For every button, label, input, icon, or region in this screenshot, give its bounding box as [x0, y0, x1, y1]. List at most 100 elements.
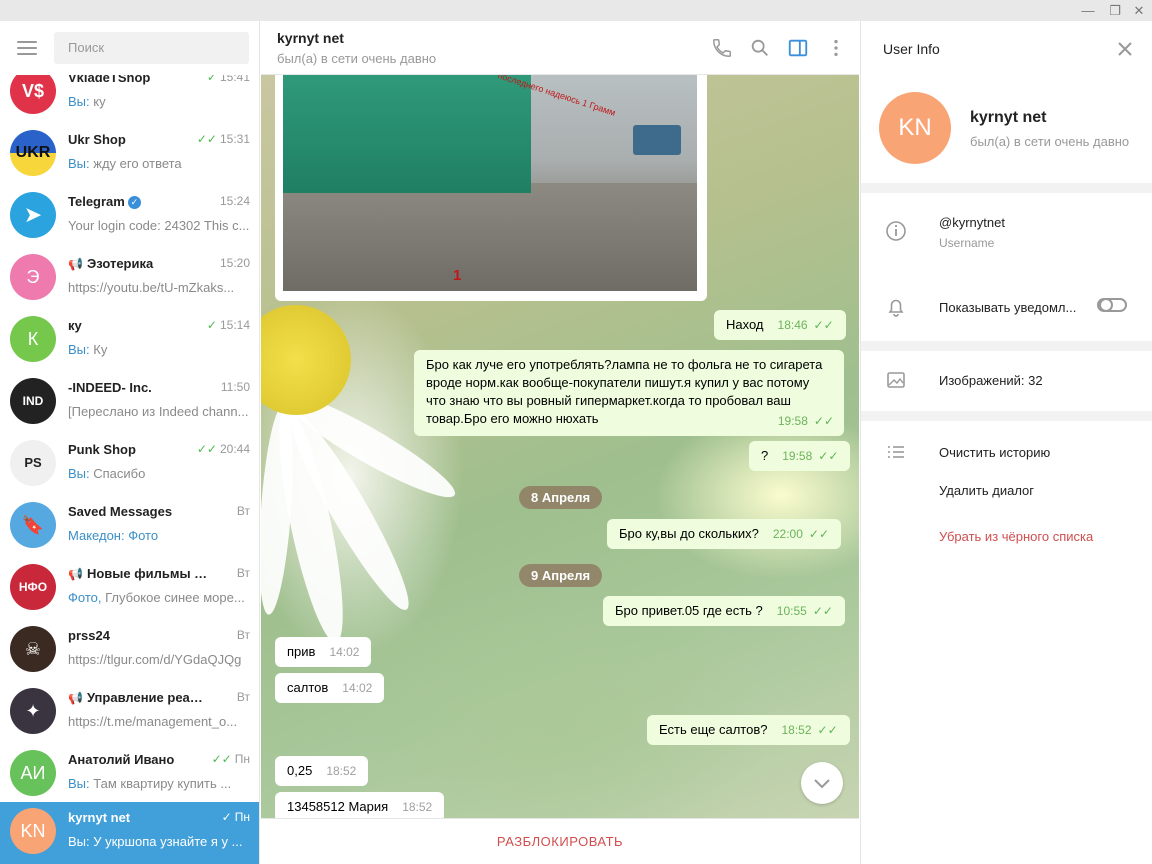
- chat-name: Saved Messages: [68, 504, 173, 519]
- double-check-icon: ✓✓: [813, 414, 834, 428]
- unblock-button[interactable]: РАЗБЛОКИРОВАТЬ: [261, 818, 859, 864]
- double-check-icon: ✓✓: [817, 723, 838, 737]
- message-outgoing[interactable]: Есть еще салтов? 18:52 ✓✓: [647, 715, 850, 745]
- daisy-center: [261, 305, 351, 415]
- photo-message[interactable]: 1 последнего надеюсь 1 Грамм: [275, 75, 707, 301]
- avatar: Э: [10, 254, 56, 300]
- chat-item-saved-messages[interactable]: 🔖 Saved Messages Вт Македон: Фото: [0, 496, 259, 558]
- search-input[interactable]: Поиск: [54, 32, 249, 64]
- chat-item-telegram[interactable]: ➤ Telegram ✓ 15:24 Your login code: 24302…: [0, 186, 259, 248]
- chat-item-prss24[interactable]: ☠ prss24 Вт https://tlgur.com/d/YGdaQJQg: [0, 620, 259, 682]
- avatar: ✦: [10, 688, 56, 734]
- sidebar-toggle-icon[interactable]: [787, 37, 809, 59]
- user-info-panel: User Info KN kyrnyt net был(а) в сети оч…: [860, 21, 1152, 864]
- chat-preview: Вы: жду его ответа: [68, 156, 182, 171]
- chat-item-anatoliy[interactable]: АИ Анатолий Ивано ✓✓ Пн Вы: Там квартиру …: [0, 744, 259, 806]
- minimize-button[interactable]: —: [1075, 0, 1101, 21]
- phone-icon[interactable]: [711, 37, 733, 59]
- photo-ground: [283, 183, 697, 291]
- avatar[interactable]: KN: [879, 92, 951, 164]
- chat-name: Telegram ✓: [68, 194, 208, 209]
- chat-item-punk-shop[interactable]: PS Punk Shop ✓✓ 20:44 Вы: Спасибо: [0, 434, 259, 496]
- scroll-down-button[interactable]: [801, 762, 843, 804]
- notifications-label: Показывать уведомл...: [939, 300, 1077, 315]
- clear-history-button[interactable]: Очистить историю: [939, 445, 1050, 460]
- delete-dialog-button[interactable]: Удалить диалог: [939, 483, 1034, 498]
- chat-item-management[interactable]: ✦ 📢Управление реальн... Вт https://t.me/…: [0, 682, 259, 744]
- username-label: Username: [939, 236, 995, 250]
- chat-time: 15:20: [219, 256, 250, 270]
- double-check-icon: ✓✓: [196, 132, 217, 146]
- chat-time: 15:24: [219, 194, 250, 208]
- panel-title: User Info: [883, 41, 940, 57]
- avatar: АИ: [10, 750, 56, 796]
- message-incoming[interactable]: 13458512 Мария 18:52: [275, 792, 445, 818]
- restore-button[interactable]: ❐: [1102, 0, 1128, 21]
- message-outgoing[interactable]: Наход 18:46 ✓✓: [714, 310, 846, 340]
- chat-list-header: Поиск: [0, 21, 259, 75]
- verified-icon: ✓: [127, 196, 141, 209]
- chat-name: Ukr Shop: [68, 132, 126, 147]
- message-outgoing[interactable]: ? 19:58 ✓✓: [749, 441, 851, 471]
- chat-item-kyrnyt-net[interactable]: KN kyrnyt net ✓ Пн Вы: У укршопа узнайте …: [0, 802, 259, 864]
- double-check-icon: ✓✓: [818, 449, 839, 463]
- chat-name: Punk Shop: [68, 442, 136, 457]
- menu-icon[interactable]: [17, 41, 37, 55]
- double-check-icon: ✓✓: [812, 604, 833, 618]
- check-icon: ✓: [221, 810, 232, 824]
- double-check-icon: ✓✓: [211, 752, 232, 766]
- chat-name: prss24: [68, 628, 110, 643]
- messages-area[interactable]: 1 последнего надеюсь 1 Грамм Наход 18:46 ✓…: [261, 75, 859, 818]
- chat-time: Вт: [236, 690, 250, 704]
- more-vertical-icon[interactable]: [825, 37, 847, 59]
- notifications-toggle[interactable]: [1097, 298, 1127, 312]
- chat-time: Вт: [236, 628, 250, 642]
- peer-name[interactable]: kyrnyt net: [277, 30, 344, 46]
- chat-preview: Македон: Фото: [68, 528, 159, 543]
- message-incoming[interactable]: салтов 14:02: [275, 673, 385, 703]
- chat-item-ku[interactable]: К ку ✓ 15:14 Вы: Ку: [0, 310, 259, 372]
- photo-truck: [633, 125, 681, 155]
- avatar: UKR: [10, 130, 56, 176]
- message-outgoing[interactable]: Бро ку,вы до скольких? 22:00 ✓✓: [607, 519, 841, 549]
- info-icon: [886, 221, 906, 241]
- avatar: НФО: [10, 564, 56, 610]
- check-icon: ✓: [206, 318, 217, 332]
- close-window-button[interactable]: ✕: [1126, 0, 1152, 21]
- chat-time: 11:50: [220, 380, 250, 394]
- channel-icon: 📢: [68, 567, 83, 581]
- close-icon[interactable]: [1115, 39, 1135, 59]
- date-separator: 9 Апреля: [519, 564, 603, 587]
- chat-preview: https://t.me/management_o...: [68, 714, 238, 729]
- telegram-logo-icon: ➤: [10, 192, 56, 238]
- chat-preview: Your login code: 24302 This c...: [68, 218, 250, 233]
- conversation-header: kyrnyt net был(а) в сети очень давно: [261, 21, 859, 75]
- chat-item-ukr-shop[interactable]: UKR Ukr Shop ✓✓ 15:31 Вы: жду его ответа: [0, 124, 259, 186]
- username-value[interactable]: @kyrnytnet: [939, 215, 1005, 230]
- chat-preview: Фото, Глубокое синее море...: [68, 590, 245, 605]
- chat-name: 📢 Новые фильмы он...: [68, 566, 208, 581]
- message-outgoing[interactable]: Бро как луче его употреблять?лампа не то…: [414, 350, 844, 436]
- conversation-panel: kyrnyt net был(а) в сети очень давно 1 п…: [261, 21, 859, 864]
- chat-item-ezoterika[interactable]: Э 📢 Эзотерика 15:20 https://youtu.be/tU-m…: [0, 248, 259, 310]
- chat-preview: [Переслано из Indeed chann...: [68, 404, 249, 419]
- search-icon[interactable]: [749, 37, 771, 59]
- unblacklist-button[interactable]: Убрать из чёрного списка: [939, 529, 1093, 544]
- message-incoming[interactable]: прив 14:02: [275, 637, 372, 667]
- chat-item-indeed[interactable]: IND -INDEED- Inc. 11:50 [Переслано из In…: [0, 372, 259, 434]
- image-icon: [887, 372, 905, 388]
- chat-time: ✓✓ Пн: [211, 752, 250, 766]
- message-incoming[interactable]: 0,25 18:52: [275, 756, 369, 786]
- chat-preview: https://youtu.be/tU-mZkaks...: [68, 280, 235, 295]
- chat-preview: Вы: ку: [68, 94, 106, 109]
- user-name: kyrnyt net: [970, 109, 1047, 126]
- peer-status: был(а) в сети очень давно: [277, 51, 437, 66]
- message-outgoing[interactable]: Бро привет.05 где есть ? 10:55 ✓✓: [603, 596, 845, 626]
- avatar: IND: [10, 378, 56, 424]
- chat-list-panel: Поиск V$ VkladeTShop ✓ 15:41 Вы: ку UKR U…: [0, 21, 260, 864]
- images-count[interactable]: Изображений: 32: [939, 373, 1043, 388]
- photo-image[interactable]: 1 последнего надеюсь 1 Грамм: [283, 75, 697, 291]
- chat-item-new-films[interactable]: НФО 📢 Новые фильмы он... Вт Фото, Глубоко…: [0, 558, 259, 620]
- chat-preview: Вы: Спасибо: [68, 466, 146, 481]
- channel-icon: 📢: [68, 691, 83, 705]
